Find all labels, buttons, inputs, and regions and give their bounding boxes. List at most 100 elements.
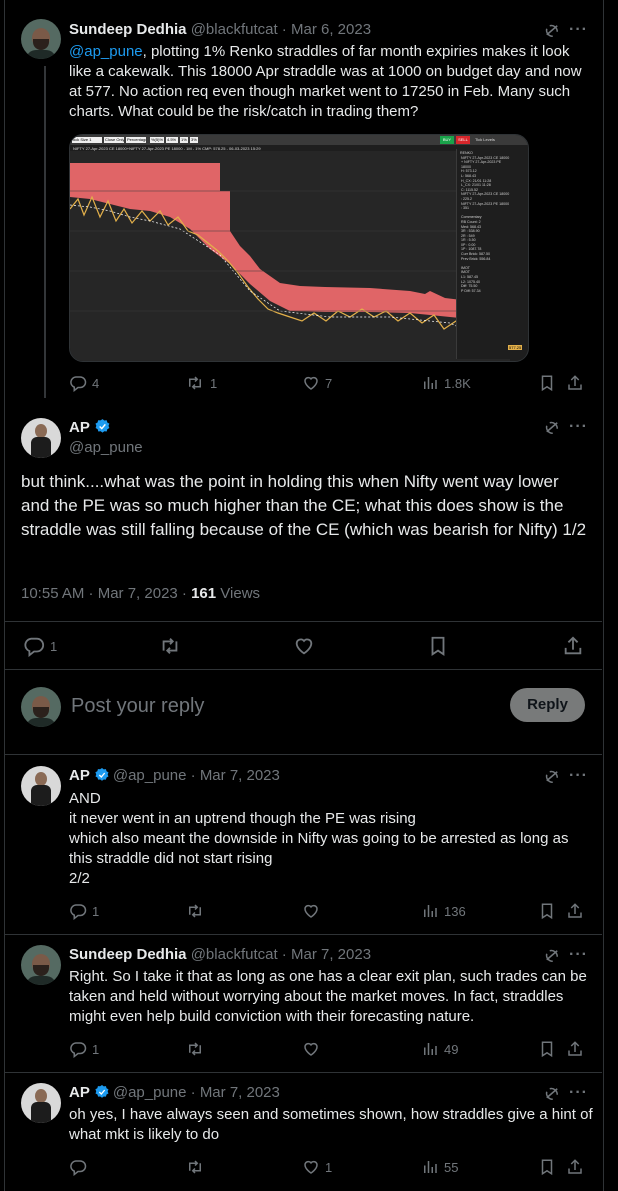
author-name[interactable]: Sundeep Dedhia xyxy=(69,21,187,38)
more-icon[interactable]: ··· xyxy=(569,21,588,39)
reply-button[interactable]: 1 xyxy=(23,635,57,657)
more-icon[interactable]: ··· xyxy=(569,946,588,964)
author-handle[interactable]: @ap_pune xyxy=(69,439,143,456)
divider xyxy=(4,1072,602,1073)
share-button[interactable] xyxy=(566,1040,584,1058)
grok-icon[interactable] xyxy=(543,419,561,437)
reply-button[interactable]: 1 xyxy=(69,1040,99,1058)
tweet-actions: 1 xyxy=(21,635,591,657)
reply-button[interactable]: 4 xyxy=(69,374,99,392)
reply-button[interactable] xyxy=(69,1158,87,1176)
tweet-actions: 4 1 7 1.8K xyxy=(69,374,589,394)
avatar[interactable] xyxy=(21,19,61,59)
chart-plot xyxy=(70,151,510,361)
reply-icon xyxy=(70,1160,87,1176)
repost-button[interactable] xyxy=(159,635,181,657)
tweet-actions: 1 136 xyxy=(69,902,589,922)
views-button[interactable]: 49 xyxy=(421,1040,458,1058)
reply-submit-button[interactable]: Reply xyxy=(510,688,585,722)
like-button[interactable] xyxy=(293,635,315,657)
author-name[interactable]: AP xyxy=(69,767,90,784)
avatar[interactable] xyxy=(21,766,61,806)
share-button[interactable] xyxy=(566,1158,584,1176)
chart-info-panel: RENKO NIFTY 27-Apr-2023 CE 18000 + NIFTY… xyxy=(456,149,526,359)
author-name[interactable]: AP xyxy=(69,419,90,436)
reply-button[interactable]: 1 xyxy=(69,902,99,920)
author-name[interactable]: AP xyxy=(69,1084,90,1101)
more-icon[interactable]: ··· xyxy=(569,767,588,785)
bookmark-icon xyxy=(541,1041,553,1058)
grok-icon[interactable] xyxy=(543,1085,561,1103)
bookmark-button[interactable] xyxy=(538,374,556,392)
repost-button[interactable] xyxy=(185,1040,205,1058)
like-count: 7 xyxy=(325,375,333,391)
like-button[interactable]: 7 xyxy=(302,374,332,392)
timestamp[interactable]: 10:55 AM · Mar 7, 2023 · xyxy=(21,585,191,602)
divider xyxy=(4,754,602,755)
reply-icon xyxy=(24,637,45,657)
reply-input[interactable]: Post your reply xyxy=(71,695,204,718)
reply-icon xyxy=(70,1042,87,1058)
author-handle[interactable]: @blackfutcat xyxy=(191,21,278,38)
toolbar-field: ock Size 1 xyxy=(72,137,102,143)
repost-button[interactable] xyxy=(185,902,205,920)
grok-icon[interactable] xyxy=(543,947,561,965)
tweet-body: but think....what was the point in holdi… xyxy=(21,472,587,539)
like-button[interactable] xyxy=(302,1040,320,1058)
share-button[interactable] xyxy=(566,374,584,392)
bookmark-button[interactable] xyxy=(538,1040,556,1058)
toolbar-field: Percentage xyxy=(126,137,146,143)
more-icon[interactable]: ··· xyxy=(569,418,588,436)
separator: · xyxy=(277,946,291,963)
share-icon xyxy=(568,1041,582,1056)
repost-button[interactable]: 1 xyxy=(185,374,217,392)
view-count: 161 xyxy=(191,585,217,602)
repost-icon xyxy=(189,376,201,390)
reply-icon xyxy=(70,904,87,920)
bookmark-button[interactable] xyxy=(538,902,556,920)
mention-link[interactable]: @ap_pune xyxy=(69,43,143,60)
like-count: 1 xyxy=(325,1159,333,1175)
tweet-date[interactable]: Mar 7, 2023 xyxy=(200,767,280,784)
bookmark-button[interactable] xyxy=(538,1158,556,1176)
author-handle[interactable]: @ap_pune xyxy=(113,767,187,784)
author-handle[interactable]: @blackfutcat xyxy=(191,946,278,963)
heart-icon xyxy=(295,638,313,655)
tweet-image[interactable]: ock Size 1 Close Only Percentage %(5)% 4… xyxy=(69,134,529,362)
like-button[interactable] xyxy=(302,902,320,920)
toolbar-field: 4.5% xyxy=(166,137,178,143)
view-count: 1.8K xyxy=(444,375,471,391)
tweet-line: which also meant the downside in Nifty w… xyxy=(69,830,569,847)
avatar[interactable] xyxy=(21,418,61,458)
tweet-header: AP @ap_pune · Mar 7, 2023 xyxy=(69,1084,280,1101)
bookmark-button[interactable] xyxy=(427,635,449,657)
tweet-date[interactable]: Mar 7, 2023 xyxy=(200,1084,280,1101)
more-icon[interactable]: ··· xyxy=(569,1084,588,1102)
tweet-date[interactable]: Mar 6, 2023 xyxy=(291,21,371,38)
bookmark-icon xyxy=(541,1159,553,1176)
views-button[interactable]: 136 xyxy=(421,902,466,920)
author-name[interactable]: Sundeep Dedhia xyxy=(69,946,187,963)
reply-icon xyxy=(70,376,87,392)
like-button[interactable]: 1 xyxy=(302,1158,332,1176)
tweet-body: oh yes, I have always seen and sometimes… xyxy=(69,1106,593,1143)
repost-button[interactable] xyxy=(185,1158,205,1176)
avatar[interactable] xyxy=(21,1083,61,1123)
heart-icon xyxy=(304,1160,318,1174)
grok-icon[interactable] xyxy=(543,768,561,786)
tweet-text: @ap_pune, plotting 1% Renko straddles of… xyxy=(69,42,589,122)
share-icon xyxy=(568,1159,582,1174)
views-label: Views xyxy=(216,585,261,602)
reply-count: 1 xyxy=(92,903,100,919)
author-handle[interactable]: @ap_pune xyxy=(113,1084,187,1101)
avatar[interactable] xyxy=(21,945,61,985)
views-button[interactable]: 55 xyxy=(421,1158,458,1176)
tweet-date[interactable]: Mar 7, 2023 xyxy=(291,946,371,963)
views-button[interactable]: 1.8K xyxy=(421,374,471,392)
grok-icon[interactable] xyxy=(543,22,561,40)
reply-count: 1 xyxy=(92,1041,100,1057)
share-button[interactable] xyxy=(562,635,584,657)
share-button[interactable] xyxy=(566,902,584,920)
composer-avatar[interactable] xyxy=(21,687,61,727)
tweet-body: , plotting 1% Renko straddles of far mon… xyxy=(69,43,582,120)
